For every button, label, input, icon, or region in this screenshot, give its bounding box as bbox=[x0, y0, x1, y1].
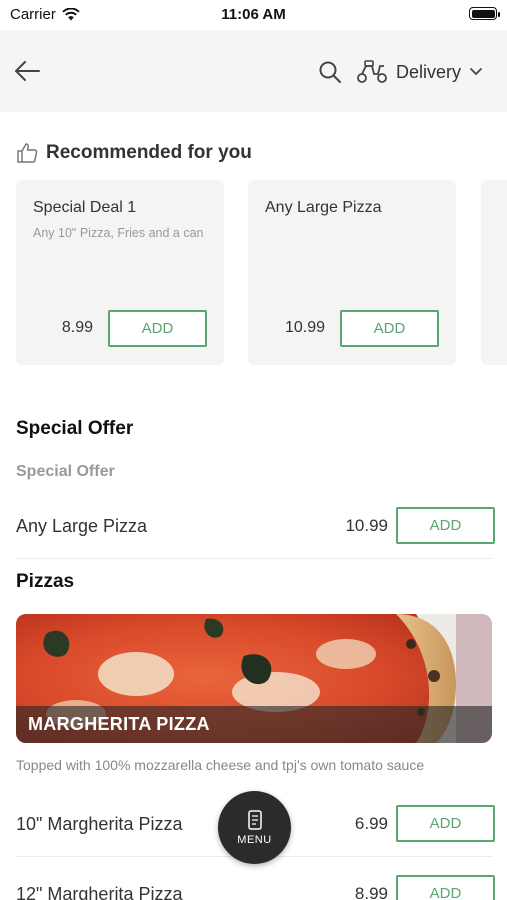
battery-level bbox=[471, 9, 495, 18]
card-name: Any Large Pizza bbox=[265, 199, 382, 216]
thumbs-up-icon bbox=[17, 143, 38, 163]
menu-book-icon bbox=[247, 809, 262, 830]
search-icon bbox=[319, 61, 341, 83]
recommended-carousel[interactable]: Special Deal 1 Any 10" Pizza, Fries and … bbox=[16, 180, 507, 366]
menu-item-name[interactable]: 12" Margherita Pizza bbox=[16, 884, 182, 900]
section-title-pizzas: Pizzas bbox=[16, 571, 75, 592]
delivery-selector[interactable]: Delivery bbox=[356, 58, 483, 86]
back-arrow-icon bbox=[15, 61, 40, 81]
menu-item-price: 8.99 bbox=[354, 884, 388, 900]
chevron-down-icon bbox=[470, 68, 482, 76]
add-button[interactable]: ADD bbox=[340, 310, 439, 347]
recommended-header: Recommended for you bbox=[16, 142, 252, 164]
card-name: Special Deal 1 bbox=[33, 199, 137, 216]
add-button[interactable]: ADD bbox=[396, 875, 495, 900]
header-bar: Delivery bbox=[0, 30, 507, 112]
add-button[interactable]: ADD bbox=[396, 805, 495, 842]
category-description: Topped with 100% mozzarella cheese and t… bbox=[16, 757, 425, 773]
carrier-info: Carrier bbox=[10, 6, 80, 23]
banner-title: MARGHERITA PIZZA bbox=[28, 714, 210, 734]
subsection-title: Special Offer bbox=[16, 463, 115, 480]
card-price: 10.99 bbox=[284, 319, 325, 336]
status-bar: Carrier 11:06 AM bbox=[0, 0, 507, 30]
menu-item-price: 6.99 bbox=[354, 814, 388, 833]
divider bbox=[16, 558, 492, 559]
menu-item-price: 10.99 bbox=[345, 516, 388, 535]
menu-button[interactable]: MENU bbox=[218, 791, 291, 864]
menu-item-name[interactable]: 10" Margherita Pizza bbox=[16, 814, 182, 835]
banner-caption: MARGHERITA PIZZA bbox=[16, 706, 492, 743]
carrier-label: Carrier bbox=[10, 6, 56, 23]
scooter-icon bbox=[357, 60, 387, 83]
search-button[interactable] bbox=[318, 60, 342, 84]
battery-icon bbox=[469, 7, 500, 20]
section-title-special-offer: Special Offer bbox=[16, 418, 134, 439]
add-button[interactable]: ADD bbox=[396, 507, 495, 544]
recommended-card[interactable]: Special Deal 1 Any 10" Pizza, Fries and … bbox=[16, 180, 224, 365]
add-button[interactable]: ADD bbox=[108, 310, 207, 347]
wifi-icon bbox=[62, 8, 80, 21]
card-price: 8.99 bbox=[61, 319, 93, 336]
margherita-banner-image: MARGHERITA PIZZA bbox=[16, 614, 492, 743]
recommended-card-partial[interactable] bbox=[481, 180, 507, 365]
back-button[interactable] bbox=[12, 58, 42, 84]
menu-item-name[interactable]: Any Large Pizza bbox=[16, 516, 147, 537]
delivery-label: Delivery bbox=[396, 61, 462, 82]
menu-label: MENU bbox=[237, 833, 272, 846]
recommended-card[interactable]: Any Large Pizza 10.99 ADD bbox=[248, 180, 456, 365]
recommended-title: Recommended for you bbox=[46, 142, 252, 163]
card-description: Any 10" Pizza, Fries and a can bbox=[33, 226, 204, 240]
